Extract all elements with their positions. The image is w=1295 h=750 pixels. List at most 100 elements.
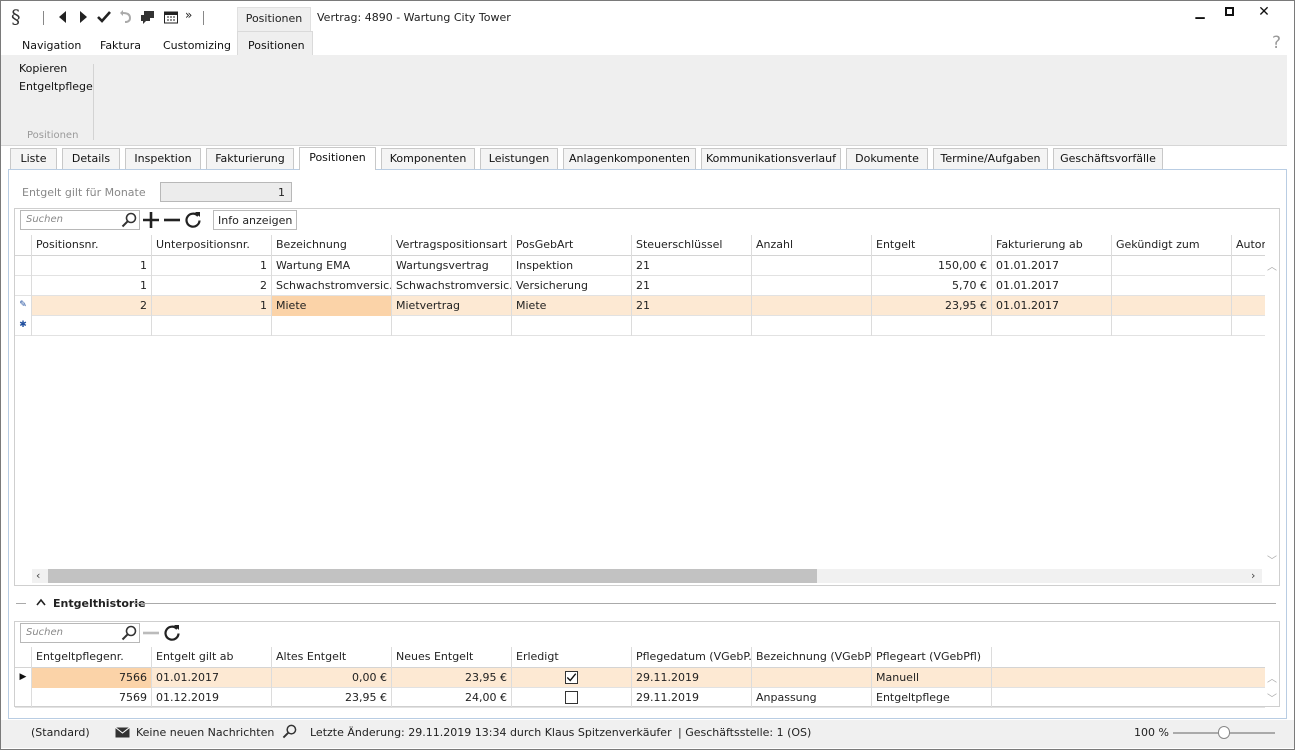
zoom-slider-handle[interactable] bbox=[1218, 726, 1230, 739]
history-search-input[interactable]: Suchen bbox=[20, 623, 140, 643]
ribbon-kopieren-button[interactable]: Kopieren bbox=[19, 62, 67, 75]
back-icon[interactable] bbox=[56, 10, 70, 24]
table-cell[interactable]: 1 bbox=[32, 276, 152, 296]
table-cell[interactable]: Miete bbox=[512, 296, 632, 316]
tab-inspektion[interactable]: Inspektion bbox=[125, 148, 201, 169]
column-header[interactable]: Fakturierung ab bbox=[992, 235, 1112, 256]
table-cell[interactable]: 21 bbox=[632, 296, 752, 316]
search-icon[interactable] bbox=[121, 212, 137, 228]
table-cell[interactable]: 01.01.2017 bbox=[992, 276, 1112, 296]
table-cell[interactable] bbox=[32, 316, 152, 336]
table-cell[interactable]: 0,00 € bbox=[272, 668, 392, 688]
table-cell[interactable]: Schwachstromversic... bbox=[392, 276, 512, 296]
add-icon[interactable] bbox=[142, 211, 160, 229]
table-cell[interactable] bbox=[392, 316, 512, 336]
column-header[interactable]: Entgelt gilt ab bbox=[152, 647, 272, 668]
table-cell[interactable]: Mietvertrag bbox=[392, 296, 512, 316]
tab-details[interactable]: Details bbox=[62, 148, 120, 169]
calendar-icon[interactable] bbox=[164, 10, 178, 24]
column-header[interactable]: Neues Entgelt bbox=[392, 647, 512, 668]
column-header[interactable]: Autom bbox=[1232, 235, 1265, 256]
tab-positionen[interactable]: Positionen bbox=[299, 147, 376, 170]
table-cell[interactable]: 23,95 € bbox=[392, 668, 512, 688]
check-icon[interactable] bbox=[97, 10, 111, 24]
column-header[interactable]: Pflegeart (VGebPfl) bbox=[872, 647, 992, 668]
table-cell[interactable]: 23,95 € bbox=[872, 296, 992, 316]
scroll-down-icon[interactable]: ﹀ bbox=[1267, 690, 1277, 705]
table-cell[interactable]: 23,95 € bbox=[272, 688, 392, 708]
table-cell[interactable]: 2 bbox=[32, 296, 152, 316]
table-cell[interactable]: 01.01.2017 bbox=[992, 296, 1112, 316]
column-header[interactable]: Vertragspositionsart bbox=[392, 235, 512, 256]
column-header[interactable]: Positionsnr. bbox=[32, 235, 152, 256]
column-header[interactable]: Bezeichnung (VGebPfl) bbox=[752, 647, 872, 668]
table-cell[interactable] bbox=[752, 296, 872, 316]
table-cell[interactable]: 1 bbox=[32, 256, 152, 276]
table-row[interactable]: 1 1 Wartung EMA Wartungsvertrag Inspekti… bbox=[15, 256, 1265, 276]
erledigt-checkbox-checked[interactable] bbox=[565, 671, 578, 684]
forward-icon[interactable] bbox=[76, 10, 90, 24]
table-cell[interactable]: Anpassung bbox=[752, 688, 872, 708]
close-button[interactable]: ✕ bbox=[1250, 3, 1278, 21]
table-cell[interactable]: 24,00 € bbox=[392, 688, 512, 708]
table-cell[interactable]: Wartungsvertrag bbox=[392, 256, 512, 276]
column-header[interactable]: Erledigt bbox=[512, 647, 632, 668]
column-header[interactable]: Anzahl bbox=[752, 235, 872, 256]
table-cell[interactable]: 1 bbox=[152, 296, 272, 316]
table-cell[interactable]: Wartung EMA bbox=[272, 256, 392, 276]
tab-liste[interactable]: Liste bbox=[10, 148, 57, 169]
app-logo[interactable]: § bbox=[11, 6, 21, 28]
tab-kommunikationsverlauf[interactable]: Kommunikationsverlauf bbox=[701, 148, 841, 169]
tab-termine-aufgaben[interactable]: Termine/Aufgaben bbox=[933, 148, 1048, 169]
table-cell[interactable]: Schwachstromversic... bbox=[272, 276, 392, 296]
scroll-up-icon[interactable]: ︿ bbox=[1267, 670, 1277, 685]
minimize-button[interactable]: ▁ bbox=[1186, 3, 1214, 21]
table-cell[interactable] bbox=[1232, 276, 1265, 296]
undo-icon[interactable] bbox=[119, 10, 133, 24]
scroll-right-icon[interactable]: › bbox=[1251, 569, 1255, 582]
ribbon-tab-customizing[interactable]: Customizing bbox=[163, 38, 231, 55]
table-cell[interactable]: Entgeltpflege bbox=[872, 688, 992, 708]
refresh-icon[interactable] bbox=[163, 624, 181, 642]
table-cell[interactable] bbox=[1112, 276, 1232, 296]
table-row-selected[interactable]: ▶ 7566 01.01.2017 0,00 € 23,95 € 29.11.2… bbox=[15, 668, 1265, 688]
table-cell-editing[interactable]: Miete bbox=[272, 296, 392, 316]
refresh-icon[interactable] bbox=[184, 211, 202, 229]
scroll-left-icon[interactable]: ‹ bbox=[36, 569, 40, 582]
table-cell[interactable] bbox=[1112, 256, 1232, 276]
new-row[interactable]: ✱ bbox=[15, 316, 1265, 336]
table-cell[interactable]: 01.01.2017 bbox=[992, 256, 1112, 276]
overflow-icon[interactable]: » bbox=[185, 8, 192, 22]
table-cell[interactable] bbox=[752, 668, 872, 688]
table-cell[interactable] bbox=[512, 688, 632, 708]
remove-icon[interactable] bbox=[163, 211, 181, 229]
column-header[interactable]: Unterpositionsnr. bbox=[152, 235, 272, 256]
table-cell[interactable]: Versicherung bbox=[512, 276, 632, 296]
table-row[interactable]: 7569 01.12.2019 23,95 € 24,00 € 29.11.20… bbox=[15, 688, 1265, 708]
column-header[interactable]: Pflegedatum (VGebP... bbox=[632, 647, 752, 668]
column-header[interactable]: Altes Entgelt bbox=[272, 647, 392, 668]
horizontal-scroll-thumb[interactable] bbox=[48, 569, 817, 583]
column-header[interactable]: Steuerschlüssel bbox=[632, 235, 752, 256]
table-cell[interactable]: 01.12.2019 bbox=[152, 688, 272, 708]
table-cell[interactable]: 150,00 € bbox=[872, 256, 992, 276]
tab-dokumente[interactable]: Dokumente bbox=[846, 148, 928, 169]
ribbon-tab-faktura[interactable]: Faktura bbox=[100, 38, 141, 55]
column-header[interactable]: Bezeichnung bbox=[272, 235, 392, 256]
table-cell[interactable] bbox=[1112, 296, 1232, 316]
table-cell[interactable]: 7569 bbox=[32, 688, 152, 708]
erledigt-checkbox-unchecked[interactable] bbox=[565, 691, 578, 704]
table-cell[interactable]: 21 bbox=[632, 276, 752, 296]
scroll-up-icon[interactable]: ︿ bbox=[1267, 258, 1277, 273]
table-cell[interactable]: 29.11.2019 bbox=[632, 668, 752, 688]
tab-geschaeftsvorfaelle[interactable]: Geschäftsvorfälle bbox=[1053, 148, 1163, 169]
table-cell[interactable] bbox=[1232, 296, 1265, 316]
context-tab-positionen[interactable]: Positionen bbox=[237, 7, 311, 31]
column-header[interactable]: Entgeltpflegenr. bbox=[32, 647, 152, 668]
column-header[interactable]: Entgelt bbox=[872, 235, 992, 256]
table-cell[interactable]: 7566 bbox=[32, 668, 152, 688]
ribbon-tab-positionen[interactable]: Positionen bbox=[237, 31, 313, 55]
maximize-button[interactable] bbox=[1215, 3, 1243, 21]
table-row[interactable]: 1 2 Schwachstromversic... Schwachstromve… bbox=[15, 276, 1265, 296]
tab-leistungen[interactable]: Leistungen bbox=[480, 148, 558, 169]
